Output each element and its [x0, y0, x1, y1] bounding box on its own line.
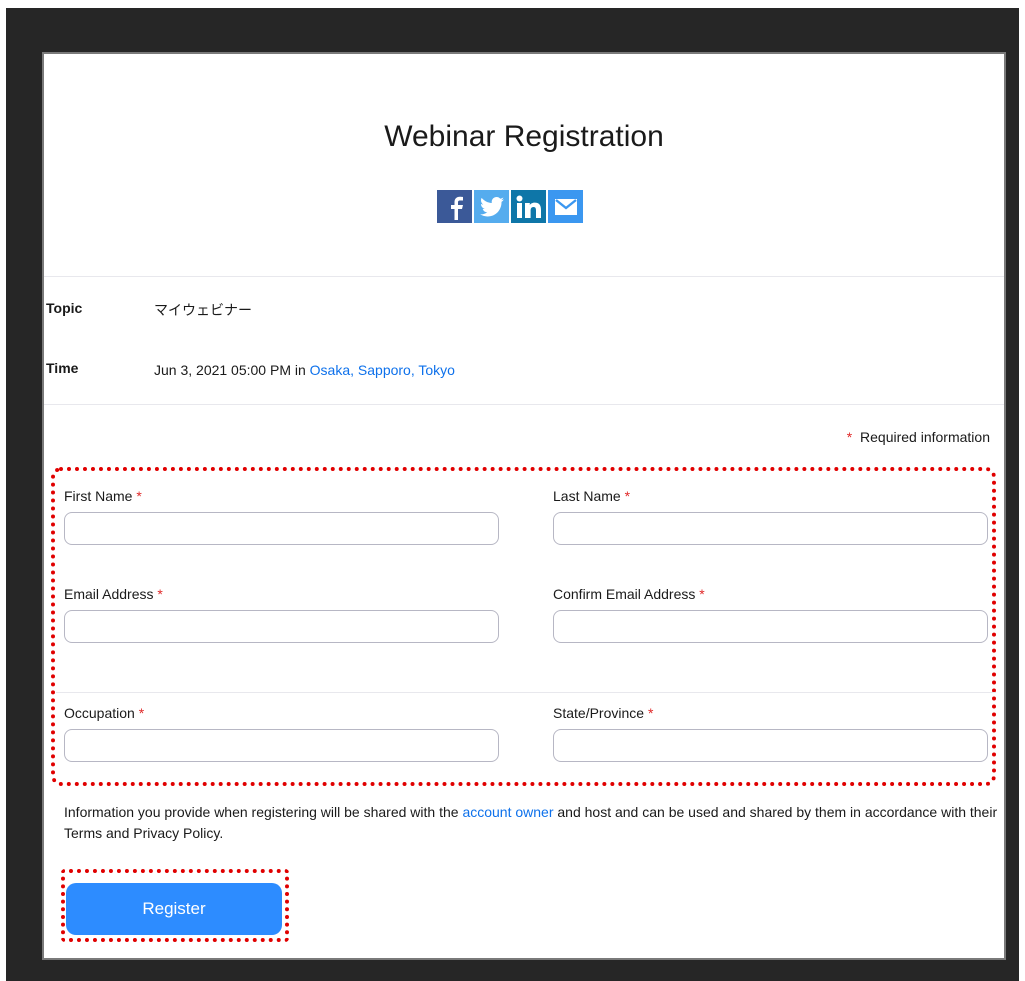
last-name-label: Last Name *	[553, 488, 630, 504]
last-name-field[interactable]	[553, 512, 988, 545]
share-bar	[437, 190, 583, 223]
required-note: * Required information	[847, 429, 990, 445]
confirm-email-field[interactable]	[553, 610, 988, 643]
first-name-label: First Name *	[64, 488, 142, 504]
topic-label: Topic	[46, 300, 83, 316]
email-field[interactable]	[64, 610, 499, 643]
occupation-label-text: Occupation	[64, 705, 135, 721]
time-label: Time	[46, 360, 79, 376]
last-name-label-text: Last Name	[553, 488, 621, 504]
email-icon[interactable]	[548, 190, 583, 223]
confirm-email-label: Confirm Email Address *	[553, 586, 705, 602]
registration-card: Webinar Registration Topic マイウェビナー Time …	[42, 52, 1006, 960]
privacy-notice: Information you provide when registering…	[64, 802, 1004, 844]
email-label: Email Address *	[64, 586, 163, 602]
required-star: *	[846, 429, 853, 445]
first-name-field[interactable]	[64, 512, 499, 545]
topic-value: マイウェビナー	[154, 302, 252, 318]
occupation-label: Occupation *	[64, 705, 144, 721]
divider	[56, 692, 996, 693]
required-star: *	[136, 488, 142, 504]
required-star: *	[157, 586, 163, 602]
account-owner-link[interactable]: account owner	[462, 804, 553, 820]
state-province-field[interactable]	[553, 729, 988, 762]
register-button[interactable]: Register	[66, 883, 282, 935]
twitter-icon[interactable]	[474, 190, 509, 223]
time-zone-link[interactable]: Osaka, Sapporo, Tokyo	[310, 362, 455, 378]
required-star: *	[138, 705, 145, 721]
confirm-email-label-text: Confirm Email Address	[553, 586, 696, 602]
required-star: *	[647, 705, 654, 721]
required-note-text: Required information	[860, 429, 990, 445]
linkedin-icon[interactable]	[511, 190, 546, 223]
occupation-field[interactable]	[64, 729, 499, 762]
notice-text-before: Information you provide when registering…	[64, 804, 463, 820]
page-title: Webinar Registration	[384, 120, 664, 153]
time-text: Jun 3, 2021 05:00 PM in	[154, 362, 310, 378]
divider	[44, 404, 1004, 405]
required-star: *	[699, 586, 705, 602]
time-value: Jun 3, 2021 05:00 PM in Osaka, Sapporo, …	[154, 362, 455, 378]
required-star: *	[624, 488, 631, 504]
divider	[44, 276, 1004, 277]
email-label-text: Email Address	[64, 586, 154, 602]
state-province-label-text: State/Province	[553, 705, 645, 721]
dark-backdrop: Webinar Registration Topic マイウェビナー Time …	[6, 8, 1019, 981]
first-name-label-text: First Name	[64, 488, 133, 504]
state-province-label: State/Province *	[553, 705, 653, 721]
facebook-icon[interactable]	[437, 190, 472, 223]
